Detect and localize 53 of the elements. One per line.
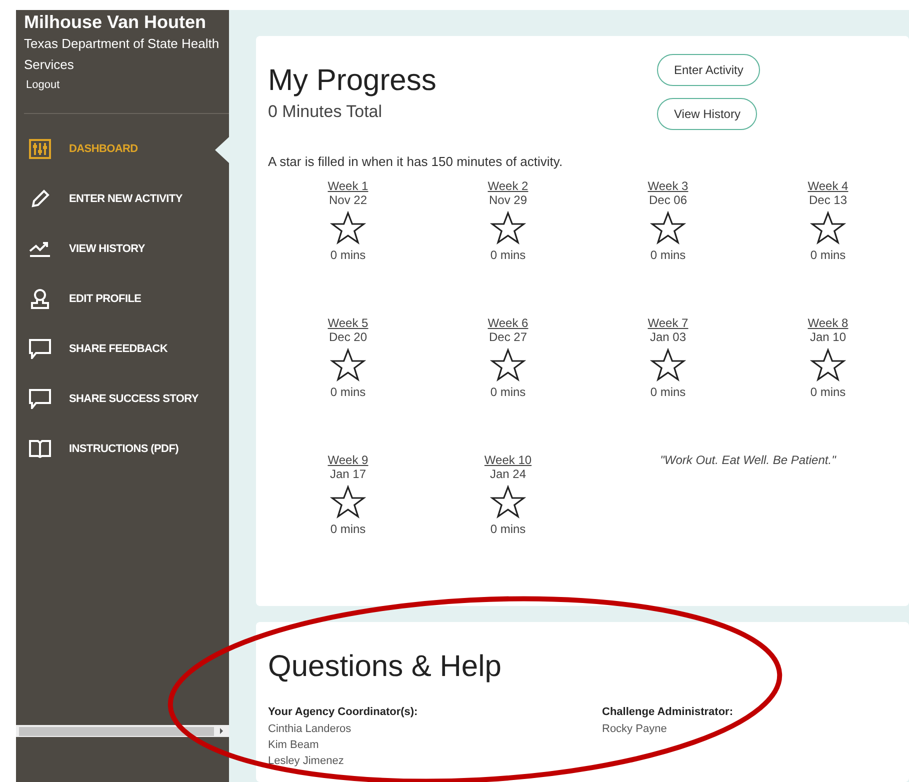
progress-title: My Progress xyxy=(268,64,438,98)
week-link[interactable]: Week 3 xyxy=(648,179,688,193)
sidebar-item[interactable]: SHARE SUCCESS STORY xyxy=(69,393,198,405)
week-minutes: 0 mins xyxy=(810,248,846,262)
week-link[interactable]: Week 5 xyxy=(328,316,368,330)
week-minutes: 0 mins xyxy=(330,522,366,536)
week-minutes: 0 mins xyxy=(650,385,686,399)
week-date: Jan 10 xyxy=(810,330,846,344)
week-link[interactable]: Week 8 xyxy=(808,316,848,330)
motto-quote: "Work Out. Eat Well. Be Patient." xyxy=(660,453,836,467)
week-link[interactable]: Week 6 xyxy=(488,316,528,330)
week-link[interactable]: Week 4 xyxy=(808,179,848,193)
week-date: Dec 27 xyxy=(488,330,528,344)
logout-link[interactable]: Logout xyxy=(16,75,70,95)
sidebar-item[interactable]: VIEW HISTORY xyxy=(69,243,145,255)
week-date: Dec 20 xyxy=(328,330,368,344)
week-date: Jan 24 xyxy=(490,467,526,481)
week-minutes: 0 mins xyxy=(330,385,366,399)
week-link[interactable]: Week 10 xyxy=(484,453,532,467)
week-date: Dec 06 xyxy=(648,193,688,207)
week-link[interactable]: Week 9 xyxy=(328,453,368,467)
minutes-total: 0 Minutes Total xyxy=(268,102,384,122)
week-minutes: 0 mins xyxy=(490,385,526,399)
week-minutes: 0 mins xyxy=(650,248,686,262)
week-minutes: 0 mins xyxy=(490,522,526,536)
star-note: A star is filled in when it has 150 minutes of activity. xyxy=(268,154,564,169)
week-date: Jan 17 xyxy=(330,467,366,481)
sidebar-item[interactable]: SHARE FEEDBACK xyxy=(69,343,168,355)
week-date: Dec 13 xyxy=(808,193,848,207)
week-link[interactable]: Week 1 xyxy=(328,179,368,193)
help-title: Questions & Help xyxy=(268,650,502,684)
week-link[interactable]: Week 7 xyxy=(648,316,688,330)
contact-heading: Your Agency Coordinator(s): xyxy=(268,706,419,718)
week-date: Nov 22 xyxy=(328,193,368,207)
user-name: Milhouse Van Houten xyxy=(23,12,208,33)
sidebar-item[interactable]: ENTER NEW ACTIVITY xyxy=(69,193,182,205)
contact-name: Lesley Jimenez xyxy=(268,754,345,769)
sidebar-item[interactable]: INSTRUCTIONS (PDF) xyxy=(69,443,178,455)
action-button[interactable]: View History xyxy=(657,98,758,130)
week-minutes: 0 mins xyxy=(330,248,366,262)
action-button[interactable]: Enter Activity xyxy=(657,54,760,86)
week-date: Jan 03 xyxy=(650,330,686,344)
week-date: Nov 29 xyxy=(488,193,528,207)
sidebar-item[interactable]: EDIT PROFILE xyxy=(69,293,142,305)
contact-name: Cinthia Landeros xyxy=(268,722,352,737)
contact-heading: Challenge Administrator: xyxy=(602,706,734,718)
week-minutes: 0 mins xyxy=(810,385,846,399)
week-minutes: 0 mins xyxy=(490,248,526,262)
contact-name: Rocky Payne xyxy=(602,722,668,737)
sidebar-item[interactable]: DASHBOARD xyxy=(69,143,138,155)
organization-name: Texas Department of State Health Services xyxy=(23,35,220,74)
contact-name: Kim Beam xyxy=(268,738,320,753)
week-link[interactable]: Week 2 xyxy=(488,179,528,193)
